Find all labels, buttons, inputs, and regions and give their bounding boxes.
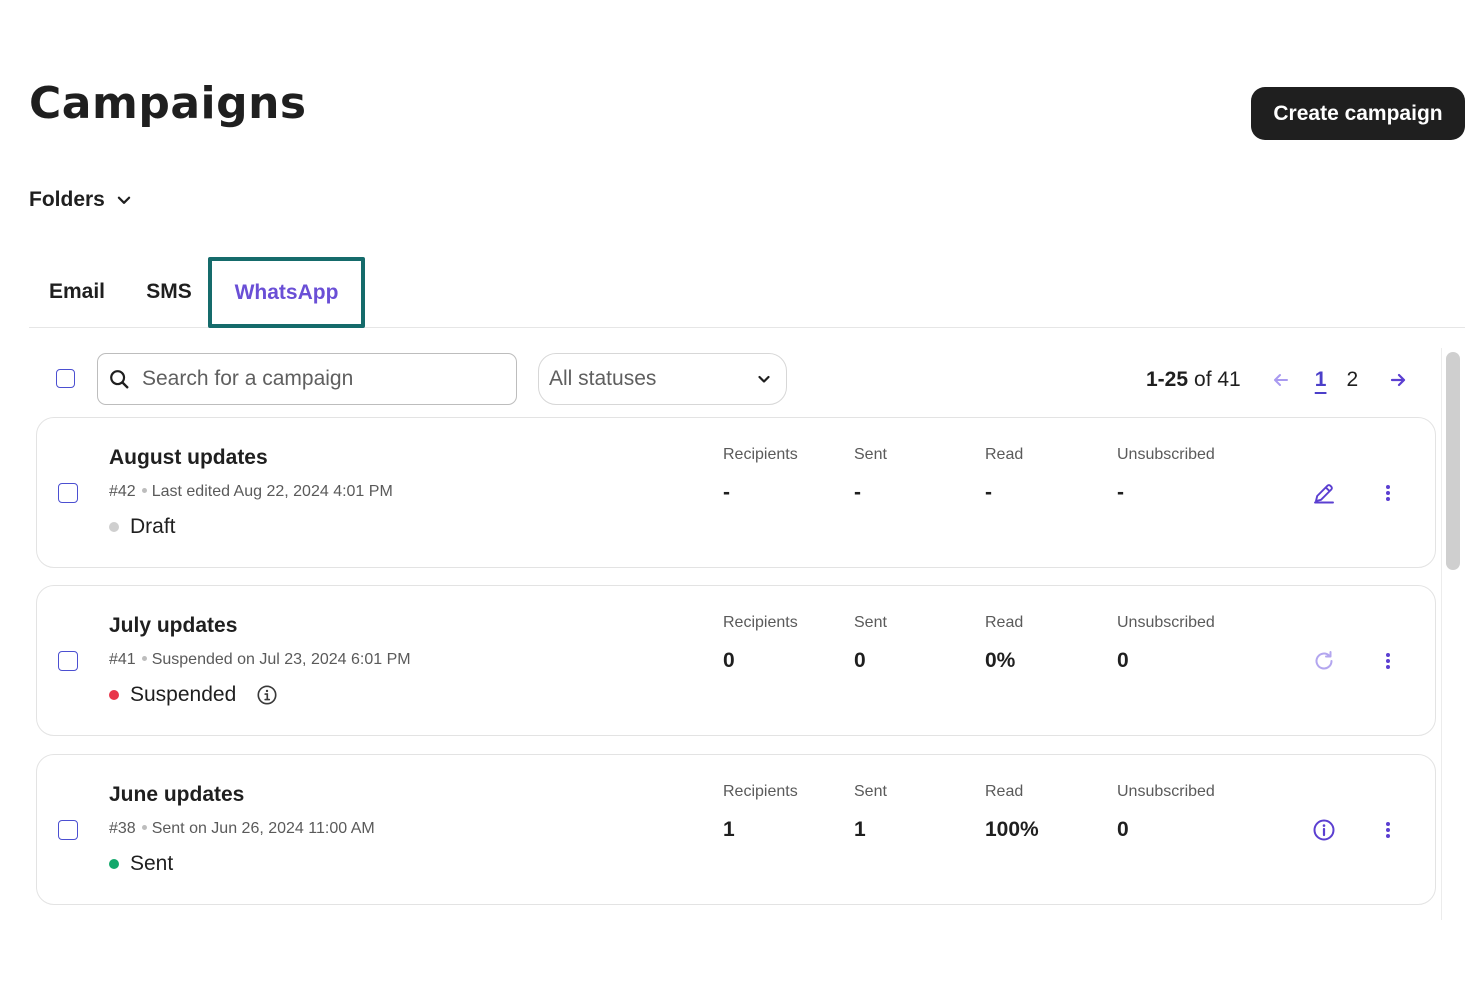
edit-button[interactable] [1312,481,1336,505]
campaign-status: Draft [109,515,176,539]
pagination-total: of 41 [1194,368,1241,391]
status-filter-select[interactable]: All statuses [538,353,787,405]
search-input[interactable] [140,366,504,392]
more-vertical-icon [1386,653,1390,669]
status-label: Sent [130,852,174,875]
refresh-icon [1315,651,1333,670]
details-button[interactable] [1312,818,1336,842]
folders-dropdown[interactable]: Folders [29,188,133,212]
info-icon [1313,819,1335,841]
stat-label-sent: Sent [854,614,887,631]
tab-sms[interactable]: SMS [133,257,205,327]
stat-label-recipients: Recipients [723,614,798,631]
page-title: Campaigns [29,78,307,129]
page-2-link[interactable]: 2 [1346,368,1358,392]
campaign-id: #41 [109,651,136,668]
tab-email[interactable]: Email [29,257,125,327]
chevron-down-icon [117,196,131,204]
pagination: 1-25 of 41 1 2 [1146,362,1408,398]
pagination-range: 1-25 [1146,368,1189,391]
stat-value-sent: - [854,481,861,504]
campaign-detail: Last edited Aug 22, 2024 4:01 PM [151,483,393,500]
info-icon[interactable] [256,684,278,706]
campaign-card[interactable]: July updates #41 Suspended on Jul 23, 202… [36,585,1436,736]
channel-tabs: Email SMS WhatsApp [29,257,1465,328]
stat-value-read: 0% [985,649,1016,672]
stat-value-sent: 0 [854,649,866,672]
status-dot [109,690,119,700]
pencil-icon [1314,484,1334,504]
scrollbar-thumb[interactable] [1446,352,1460,570]
stat-value-recipients: 0 [723,649,735,672]
stat-label-unsubscribed: Unsubscribed [1117,783,1215,800]
stat-value-recipients: - [723,481,730,504]
campaign-id: #42 [109,483,136,500]
page-1-link[interactable]: 1 [1315,368,1327,392]
stat-value-unsubscribed: 0 [1117,818,1129,841]
select-all-checkbox[interactable] [56,369,75,388]
campaign-name[interactable]: June updates [109,783,244,807]
campaign-status: Suspended [109,683,278,707]
more-options-button[interactable] [1377,818,1399,842]
stat-label-sent: Sent [854,446,887,463]
status-label: Draft [130,515,176,538]
campaign-checkbox[interactable] [58,483,78,503]
stat-label-read: Read [985,614,1024,631]
campaign-id: #38 [109,820,136,837]
tab-whatsapp[interactable]: WhatsApp [208,257,365,328]
separator-dot [141,825,147,830]
previous-page-button[interactable] [1271,370,1291,390]
campaign-name[interactable]: August updates [109,446,268,470]
stat-label-recipients: Recipients [723,783,798,800]
status-dot [109,522,119,532]
status-dot [109,859,119,869]
stat-label-unsubscribed: Unsubscribed [1117,614,1215,631]
create-campaign-button[interactable]: Create campaign [1251,87,1465,140]
status-filter-value: All statuses [549,367,657,390]
stat-value-unsubscribed: - [1117,481,1124,504]
stat-label-unsubscribed: Unsubscribed [1117,446,1215,463]
campaign-status: Sent [109,852,173,876]
stat-label-recipients: Recipients [723,446,798,463]
stat-value-recipients: 1 [723,818,735,841]
stat-value-read: 100% [985,818,1039,841]
stat-label-read: Read [985,783,1024,800]
campaign-meta: #38 Sent on Jun 26, 2024 11:00 AM [109,820,375,838]
folders-label: Folders [29,188,105,211]
separator-dot [141,488,147,493]
arrow-left-icon [1273,374,1288,386]
more-vertical-icon [1386,822,1390,838]
separator-dot [141,656,147,661]
campaign-card[interactable]: June updates #38 Sent on Jun 26, 2024 11:… [36,754,1436,905]
search-icon [110,370,129,389]
campaign-card[interactable]: August updates #42 Last edited Aug 22, 20… [36,417,1436,568]
campaign-name[interactable]: July updates [109,614,237,638]
campaign-checkbox[interactable] [58,651,78,671]
next-page-button[interactable] [1388,370,1408,390]
more-vertical-icon [1386,485,1390,501]
stat-value-sent: 1 [854,818,866,841]
more-options-button[interactable] [1377,481,1399,505]
stat-value-unsubscribed: 0 [1117,649,1129,672]
campaign-checkbox[interactable] [58,820,78,840]
campaign-meta: #41 Suspended on Jul 23, 2024 6:01 PM [109,651,411,669]
search-box[interactable] [97,353,517,405]
more-options-button[interactable] [1377,649,1399,673]
campaign-detail: Suspended on Jul 23, 2024 6:01 PM [151,651,411,668]
stat-label-read: Read [985,446,1024,463]
status-label: Suspended [130,683,237,706]
campaign-detail: Sent on Jun 26, 2024 11:00 AM [151,820,375,837]
resume-button[interactable] [1312,649,1336,673]
chevron-down-icon [758,375,770,383]
campaign-meta: #42 Last edited Aug 22, 2024 4:01 PM [109,483,393,501]
arrow-right-icon [1391,373,1406,387]
stat-label-sent: Sent [854,783,887,800]
stat-value-read: - [985,481,992,504]
